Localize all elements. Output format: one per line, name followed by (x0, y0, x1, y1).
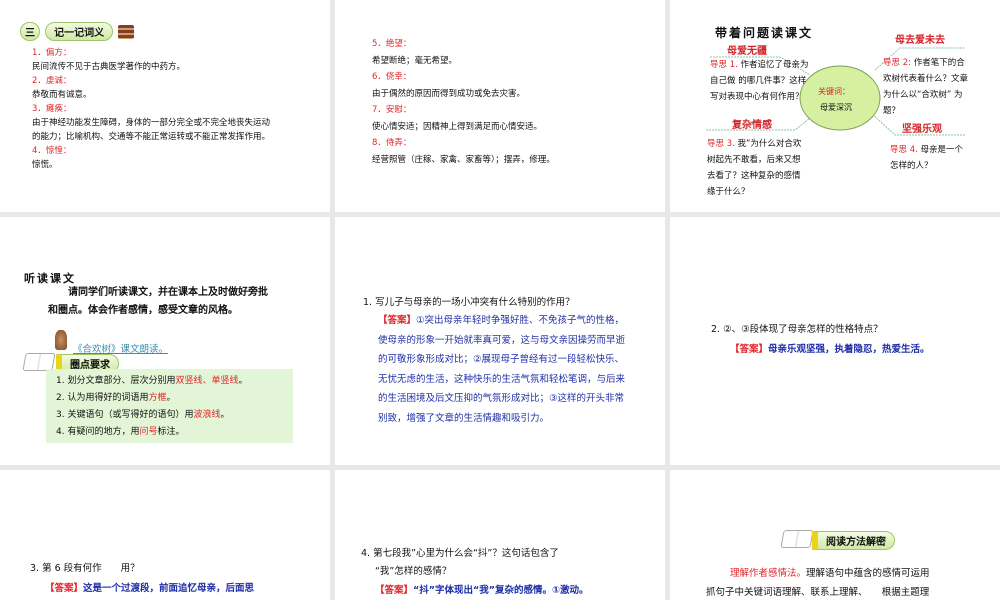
requirement-item: 1. 划分文章部分、层次分别用双竖线、单竖线。 (56, 376, 248, 386)
slide-vocabulary-2[interactable]: 5．绝望： 希望断绝；毫无希望。 6．侥幸： 由于偶然的原因而得到成功或免去灾害… (335, 0, 665, 212)
branch-heading: 母去爱未去 (895, 35, 945, 46)
keyword-label: 关键词： (818, 87, 850, 96)
vocab-list: 1．偏方： 民间流传不见于古典医学著作的中药方。 2．虔诚： 恭敬而有诚意。 3… (32, 46, 270, 172)
branch-question: 导思 2: 作者笔下的合欢树代表着什么？文章为什么以“合欢树” 为题？ (883, 58, 969, 116)
vocab-def: 民间流传不见于古典医学著作的中药方。 (32, 62, 186, 72)
keyword-value: 母爱深沉 (820, 103, 852, 112)
audio-link[interactable]: 《合欢树》课文朗读。 (73, 341, 168, 355)
vocab-term: 5．绝望： (372, 39, 412, 49)
slide-listen-reading[interactable]: 听读课文 请同学们听读课文，并在课本上及时做好旁批 和圈点。体会作者感情，感受文… (0, 217, 330, 465)
branch-question: 导思 4. 母亲是一个怎样的人？ (890, 145, 964, 171)
section-title: 记一记词义 (45, 22, 114, 41)
answer-text: 【答案】母亲乐观坚强，执着隐忍，热爱生活。 (730, 344, 930, 355)
slide-question-2[interactable]: 2. ②、③段体现了母亲怎样的性格特点？ 【答案】母亲乐观坚强，执着隐忍，热爱生… (670, 217, 1000, 465)
slide-question-1[interactable]: 1. 写儿子与母亲的一场小冲突有什么特别的作用？ 【答案】①突出母亲年轻时争强好… (335, 217, 665, 465)
question-text: 1. 写儿子与母亲的一场小冲突有什么特别的作用？ (363, 297, 575, 308)
vocab-def: 由于偶然的原因而得到成功或免去灾害。 (372, 88, 526, 99)
books-icon (118, 24, 135, 39)
requirement-item: 4. 有疑问的地方，用问号标注。 (56, 427, 185, 437)
section-title: 阅读方法解密 (812, 531, 895, 550)
vocab-term: 3．瘫痪： (32, 104, 72, 114)
slide-mindmap[interactable]: 带着问题读课文 关键词： 母爱深沉 母爱无疆 导思 1. 作者追忆了母亲为自己做… (670, 0, 1000, 212)
answer-text: 【答案】这是一个过渡段，前面追忆母亲，后面思 (45, 583, 255, 594)
branch-heading: 坚强乐观 (902, 124, 942, 135)
vocab-list: 5．绝望： 希望断绝；毫无希望。 6．侥幸： 由于偶然的原因而得到成功或免去灾害… (372, 36, 555, 168)
question-text: 3. 第 6 段有何作 用？ (30, 563, 140, 574)
slide-question-3[interactable]: 3. 第 6 段有何作 用？ 【答案】这是一个过渡段，前面追忆母亲，后面思 (0, 470, 330, 600)
requirement-item: 3. 关键语句（或写得好的语句）用波浪线。 (56, 410, 230, 420)
section-header: 三 记一记词义 (20, 21, 135, 41)
method-text: 抓句子中关键词语理解、联系上理解、 根据主题理 (706, 587, 930, 598)
requirement-item: 2. 认为用得好的词语用方框。 (56, 393, 176, 403)
branch-heading: 复杂情感 (732, 120, 772, 131)
branch-question: 导思 1. 作者追忆了母亲为自己做 的哪几件事？这样写对表现中心有何作用？ (710, 60, 809, 102)
mindmap-title: 带着问题读课文 (715, 26, 814, 40)
intro-text: 请同学们听读课文，并在课本上及时做好旁批 (68, 287, 268, 298)
slide-reading-method[interactable]: 阅读方法解密 理解作者感情法。理解语句中蕴含的感情可运用 抓句子中关键词语理解、… (670, 470, 1000, 600)
vocab-def: 恭敬而有诚意。 (32, 90, 92, 100)
question-text: “我”怎样的感情？ (375, 566, 452, 577)
answer-text: 【答案】①突出母亲年轻时争强好胜、不免孩子气的性格，使母亲的形象一开始就率真可爱… (378, 315, 626, 424)
question-text: 4. 第七段我”心里为什么会“抖”？这句话包含了 (361, 548, 559, 559)
vocab-term: 6．侥幸： (372, 72, 412, 82)
vocab-def: 使心情安适；因精神上得到满足而心情安适。 (372, 121, 543, 132)
method-text: 理解作者感情法。理解语句中蕴含的感情可运用 (730, 568, 930, 579)
section-number: 三 (20, 22, 40, 41)
slide-question-4[interactable]: 4. 第七段我”心里为什么会“抖”？这句话包含了 “我”怎样的感情？ 【答案】“… (335, 470, 665, 600)
vocab-def: 希望断绝；毫无希望。 (372, 55, 458, 66)
vocab-term: 7．安慰： (372, 105, 412, 115)
vocab-term: 4．惊惶： (32, 146, 72, 156)
vocab-def: 由于神经功能发生障碍，身体的一部分完全或不完全地丧失运动 (32, 118, 271, 128)
branch-heading: 母爱无疆 (727, 46, 767, 57)
keyword-cloud (799, 65, 881, 131)
vocab-term: 1．偏方： (32, 48, 72, 58)
answer-text: 【答案】“抖”字体现出“我”复杂的感情。①激动。 (375, 585, 589, 596)
intro-text: 和圈点。体会作者感情，感受文章的风格。 (48, 305, 238, 316)
slide-vocabulary-1[interactable]: 三 记一记词义 1．偏方： 民间流传不见于古典医学著作的中药方。 2．虔诚： 恭… (0, 0, 330, 212)
vocab-term: 8．侍弄： (372, 138, 412, 148)
branch-question: 导思 3. 我”为什么对合欢树起先不敢看，后来又想去看了？这种复杂的感情缘于什么… (707, 139, 802, 197)
question-text: 2. ②、③段体现了母亲怎样的性格特点？ (711, 324, 883, 335)
gramophone-icon (55, 330, 67, 350)
vocab-def: 惊慌。 (32, 160, 58, 170)
book-icon (780, 530, 814, 548)
vocab-def: 的能力；比喻机构、交通等不能正常运转或不能正常发挥作用。 (32, 132, 271, 142)
requirements-box: 1. 划分文章部分、层次分别用双竖线、单竖线。 2. 认为用得好的词语用方框。 … (46, 369, 293, 443)
vocab-term: 2．虔诚： (32, 76, 72, 86)
vocab-def: 经营照管（庄稼、家禽、家畜等）；摆弄，修理。 (372, 154, 555, 165)
